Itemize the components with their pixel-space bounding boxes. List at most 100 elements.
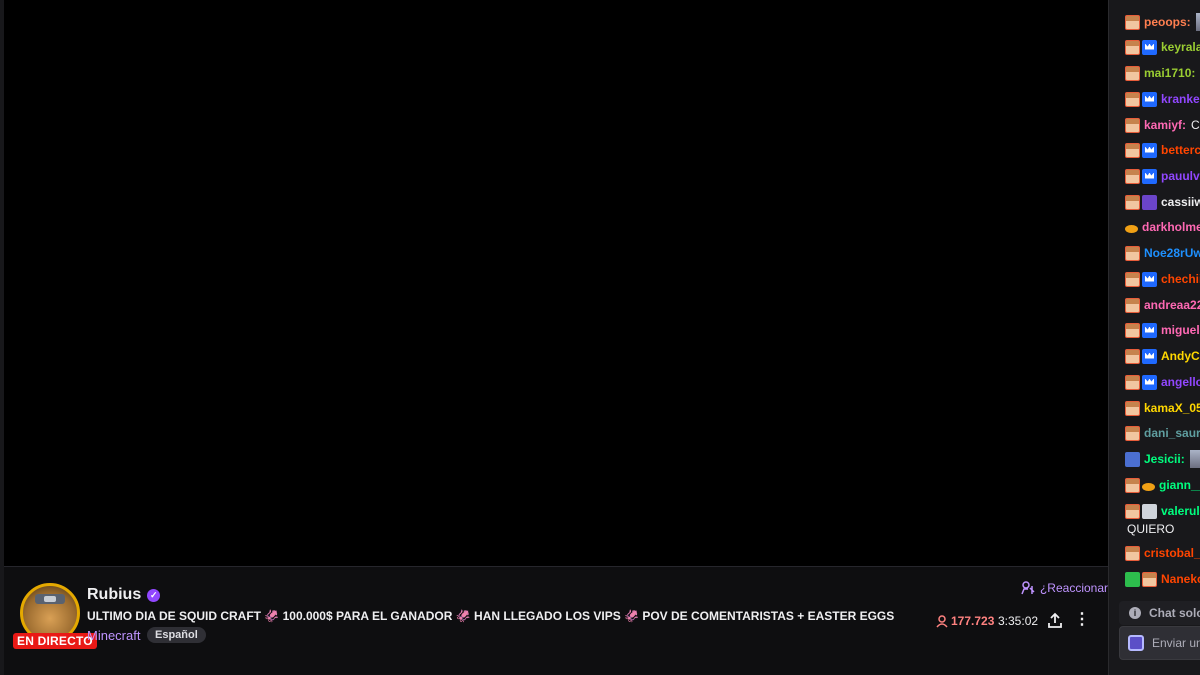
chat-username[interactable]: AndyCa: [1161, 349, 1200, 363]
chat-username[interactable]: giann__: [1159, 478, 1200, 492]
cassii-badge-icon[interactable]: [1142, 194, 1157, 210]
crown-badge-icon[interactable]: [1142, 142, 1157, 158]
face-badge-icon[interactable]: [1125, 425, 1140, 441]
chat-input-placeholder: Enviar un: [1152, 636, 1200, 650]
chat-message: dani_sauric: [1125, 424, 1200, 442]
chat-username[interactable]: Jesicii:: [1144, 452, 1185, 466]
viewer-count: 177.723: [936, 614, 994, 628]
chat-message: kamaX_05:: [1125, 399, 1200, 417]
react-person-icon: [1021, 581, 1035, 595]
chat-panel: peoops: keyralab mai1710: kranker kamiyf: Cla…: [1108, 0, 1200, 675]
face-badge-icon[interactable]: [1125, 91, 1140, 107]
chat-username[interactable]: betterca: [1161, 143, 1200, 157]
face-badge-icon[interactable]: [1125, 168, 1140, 184]
live-badge: EN DIRECTO: [13, 633, 97, 649]
face-badge-icon[interactable]: [1125, 503, 1140, 519]
chat-input[interactable]: Enviar un: [1119, 626, 1200, 660]
followers-only-notice: i Chat solo: [1119, 601, 1200, 625]
face-badge-icon[interactable]: [1125, 39, 1140, 55]
chat-emote-icon[interactable]: [1195, 13, 1200, 31]
face-badge-icon[interactable]: [1125, 322, 1140, 338]
face-badge-icon[interactable]: [1125, 117, 1140, 133]
chat-message: keyralab: [1125, 38, 1200, 56]
category-link[interactable]: Minecraft: [87, 628, 140, 643]
react-button[interactable]: ¿Reaccionar: [1021, 581, 1108, 595]
chat-username[interactable]: kranker: [1161, 92, 1200, 106]
chat-username[interactable]: mai1710:: [1144, 66, 1195, 80]
face-badge-icon[interactable]: [1125, 142, 1140, 158]
chat-message: darkholme: [1125, 218, 1200, 236]
chat-message: chechii: [1125, 270, 1200, 288]
chat-username[interactable]: miguels: [1161, 323, 1200, 337]
face-badge-icon[interactable]: [1125, 271, 1140, 287]
vale-badge-icon[interactable]: [1142, 503, 1157, 519]
chat-username[interactable]: pauulvs: [1161, 169, 1200, 183]
chat-username[interactable]: darkholme: [1142, 220, 1200, 234]
face-badge-icon[interactable]: [1125, 297, 1140, 313]
chat-message-text: Cla: [1191, 118, 1200, 132]
chat-username[interactable]: valeruli: [1161, 504, 1200, 518]
chat-username[interactable]: Naneko: [1161, 572, 1200, 586]
stream-info-panel: EN DIRECTO Rubius ✓ ULTIMO DIA DE SQUID …: [4, 566, 1108, 675]
chat-username[interactable]: cassiiw: [1161, 195, 1200, 209]
face-badge-icon[interactable]: [1125, 65, 1140, 81]
crown-badge-icon[interactable]: [1142, 39, 1157, 55]
language-tag[interactable]: Español: [147, 627, 206, 643]
chat-emote-icon[interactable]: [1189, 450, 1200, 468]
chat-username[interactable]: cristobal_c: [1144, 546, 1200, 560]
crown-badge-icon[interactable]: [1142, 348, 1157, 364]
viewer-person-icon: [936, 614, 948, 628]
chat-username[interactable]: angello: [1161, 375, 1200, 389]
followers-only-label: Chat solo: [1149, 606, 1200, 620]
chat-message: Naneko: [1125, 570, 1200, 588]
chat-message: pauulvs: [1125, 167, 1200, 185]
chat-continuation-text: QUIERO: [1127, 522, 1175, 536]
face-badge-icon[interactable]: [1125, 348, 1140, 364]
info-icon: i: [1129, 607, 1141, 619]
chat-username[interactable]: peoops:: [1144, 15, 1191, 29]
chat-message: cristobal_c: [1125, 544, 1200, 562]
bits-icon[interactable]: [1128, 635, 1144, 651]
chat-message: angello: [1125, 373, 1200, 391]
chat-username[interactable]: dani_sauric: [1144, 426, 1200, 440]
face-badge-icon[interactable]: [1125, 194, 1140, 210]
chat-username[interactable]: chechii: [1161, 272, 1200, 286]
streamer-name[interactable]: Rubius: [87, 586, 141, 604]
chat-username[interactable]: keyralab: [1161, 40, 1200, 54]
streamer-name-row: Rubius ✓: [87, 586, 161, 604]
chat-message: betterca: [1125, 141, 1200, 159]
chat-message: andreaa22: [1125, 296, 1200, 314]
more-options-icon[interactable]: ⋮: [1074, 612, 1090, 630]
verified-badge-icon: ✓: [147, 588, 161, 602]
face-badge-icon[interactable]: [1142, 571, 1157, 587]
stream-uptime: 3:35:02: [998, 614, 1039, 628]
cheese-badge-icon[interactable]: [1142, 483, 1155, 491]
chat-message: kamiyf: Cla: [1125, 116, 1200, 134]
face-badge-icon[interactable]: [1125, 545, 1140, 561]
crown-badge-icon[interactable]: [1142, 91, 1157, 107]
video-player[interactable]: [4, 0, 1108, 566]
chat-message: mai1710:: [1125, 64, 1200, 82]
chat-username[interactable]: kamiyf:: [1144, 118, 1186, 132]
cheese-badge-icon[interactable]: [1125, 225, 1138, 233]
share-icon[interactable]: [1046, 612, 1064, 630]
green-badge-icon[interactable]: [1125, 571, 1140, 587]
chat-message: miguels: [1125, 321, 1200, 339]
chat-username[interactable]: Noe28rUw: [1144, 246, 1200, 260]
jes-badge-icon[interactable]: [1125, 451, 1140, 467]
chat-message: AndyCa: [1125, 347, 1200, 365]
headband-icon: [35, 594, 65, 604]
chat-username[interactable]: kamaX_05:: [1144, 401, 1200, 415]
crown-badge-icon[interactable]: [1142, 374, 1157, 390]
chat-message: valeruli: [1125, 502, 1200, 520]
face-badge-icon[interactable]: [1125, 400, 1140, 416]
crown-badge-icon[interactable]: [1142, 322, 1157, 338]
face-badge-icon[interactable]: [1125, 477, 1140, 493]
crown-badge-icon[interactable]: [1142, 168, 1157, 184]
stream-title: ULTIMO DIA DE SQUID CRAFT 🦑 100.000$ PAR…: [87, 609, 895, 623]
face-badge-icon[interactable]: [1125, 14, 1140, 30]
crown-badge-icon[interactable]: [1142, 271, 1157, 287]
chat-username[interactable]: andreaa22: [1144, 298, 1200, 312]
face-badge-icon[interactable]: [1125, 374, 1140, 390]
face-badge-icon[interactable]: [1125, 245, 1140, 261]
